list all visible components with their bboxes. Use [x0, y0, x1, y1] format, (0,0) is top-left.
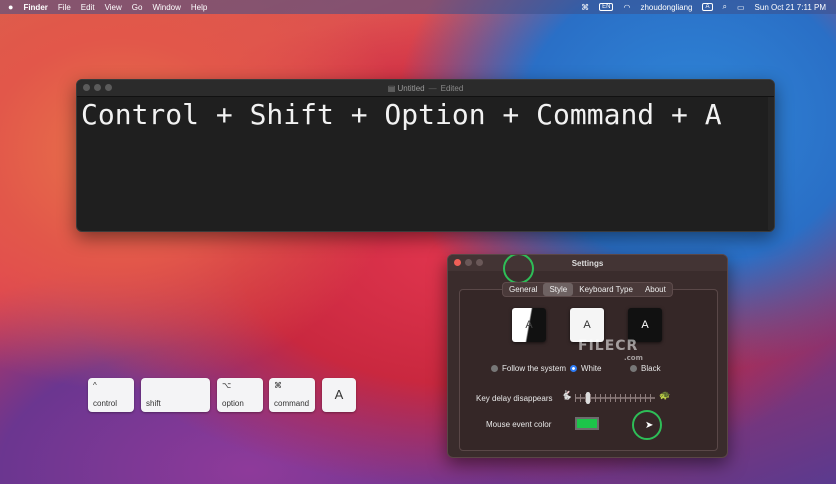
key-control: ^ control [88, 378, 134, 412]
editor-titlebar[interactable]: ▤ Untitled — Edited [77, 80, 774, 97]
menu-app-name[interactable]: Finder [23, 3, 47, 12]
scrollbar[interactable] [768, 97, 774, 230]
settings-title: Settings [571, 258, 604, 268]
tab-style[interactable]: Style [543, 283, 574, 296]
key-label: command [274, 399, 310, 408]
menu-go[interactable]: Go [132, 3, 143, 12]
editor-text[interactable]: Control + Shift + Option + Command + A [81, 98, 722, 131]
key-symbol: ⌥ [222, 381, 232, 390]
menu-window[interactable]: Window [152, 3, 180, 12]
key-label: shift [146, 399, 161, 408]
window-controls[interactable] [83, 84, 112, 91]
radio-follow-system[interactable]: Follow the system [491, 364, 566, 373]
theme-preview-system[interactable]: A [512, 308, 546, 342]
mouse-color-label: Mouse event color [486, 420, 552, 429]
settings-tabs: General Style Keyboard Type About [502, 282, 673, 297]
editor-window: ▤ Untitled — Edited Control + Shift + Op… [76, 79, 775, 232]
watermark-sub: .com [624, 354, 643, 362]
minimize-button [465, 259, 472, 266]
menu-file[interactable]: File [58, 3, 71, 12]
control-center-icon[interactable]: ▭ [737, 3, 745, 12]
key-command: ⌘ command [269, 378, 315, 412]
clock[interactable]: Sun Oct 21 7:11 PM [755, 3, 826, 12]
theme-preview-black[interactable]: A [628, 308, 662, 342]
turtle-icon: 🐢 [659, 390, 671, 400]
radio-dot[interactable] [630, 365, 637, 372]
radio-label: Black [641, 364, 661, 373]
radio-label: White [581, 364, 602, 373]
watermark-text: FILECR [578, 338, 639, 354]
window-title: Untitled [397, 83, 425, 93]
apple-menu-icon[interactable]: ● [8, 2, 13, 12]
settings-titlebar[interactable]: Settings [448, 255, 727, 271]
radio-white[interactable]: White [570, 364, 601, 373]
radio-black[interactable]: Black [630, 364, 661, 373]
menu-edit[interactable]: Edit [81, 3, 95, 12]
keyboard-badge[interactable]: EN [599, 3, 614, 11]
input-source-badge[interactable]: A [702, 3, 713, 11]
click-indicator-ring [503, 255, 534, 284]
menu-view[interactable]: View [105, 3, 122, 12]
rabbit-icon: 🐇 [561, 390, 573, 400]
radio-dot[interactable] [491, 365, 498, 372]
key-label: option [222, 399, 244, 408]
tab-general[interactable]: General [503, 283, 543, 296]
command-key-icon[interactable]: ⌘ [581, 3, 589, 12]
search-icon[interactable]: ⌕ [723, 2, 727, 12]
key-a: A [322, 378, 356, 412]
zoom-button [476, 259, 483, 266]
tab-keyboard-type[interactable]: Keyboard Type [573, 283, 639, 296]
mouse-color-well[interactable] [575, 417, 599, 430]
key-symbol: ^ [93, 381, 97, 390]
key-delay-slider[interactable] [575, 392, 655, 404]
key-symbol: ⌘ [274, 381, 282, 390]
menu-help[interactable]: Help [191, 3, 207, 12]
wifi-icon[interactable]: ◠ [623, 3, 630, 12]
key-shift: shift [141, 378, 210, 412]
theme-preview-white[interactable]: A [570, 308, 604, 342]
title-separator: — [428, 83, 437, 93]
watermark: FILECR .com [578, 338, 643, 362]
menu-bar: ● Finder File Edit View Go Window Help ⌘… [0, 0, 836, 14]
tab-about[interactable]: About [639, 283, 672, 296]
window-controls[interactable] [454, 259, 483, 266]
key-option: ⌥ option [217, 378, 263, 412]
key-label: A [334, 387, 344, 402]
mouse-cursor-icon: ➤ [645, 420, 654, 431]
radio-label: Follow the system [502, 364, 567, 373]
key-delay-label: Key delay disappears [476, 394, 553, 403]
slider-knob[interactable] [586, 392, 591, 404]
close-button [454, 259, 461, 266]
radio-dot-selected[interactable] [570, 365, 577, 372]
user-name[interactable]: zhoudongliang [640, 3, 692, 12]
document-icon: ▤ [387, 83, 398, 93]
key-label: control [93, 399, 118, 408]
edited-status: Edited [440, 83, 464, 93]
